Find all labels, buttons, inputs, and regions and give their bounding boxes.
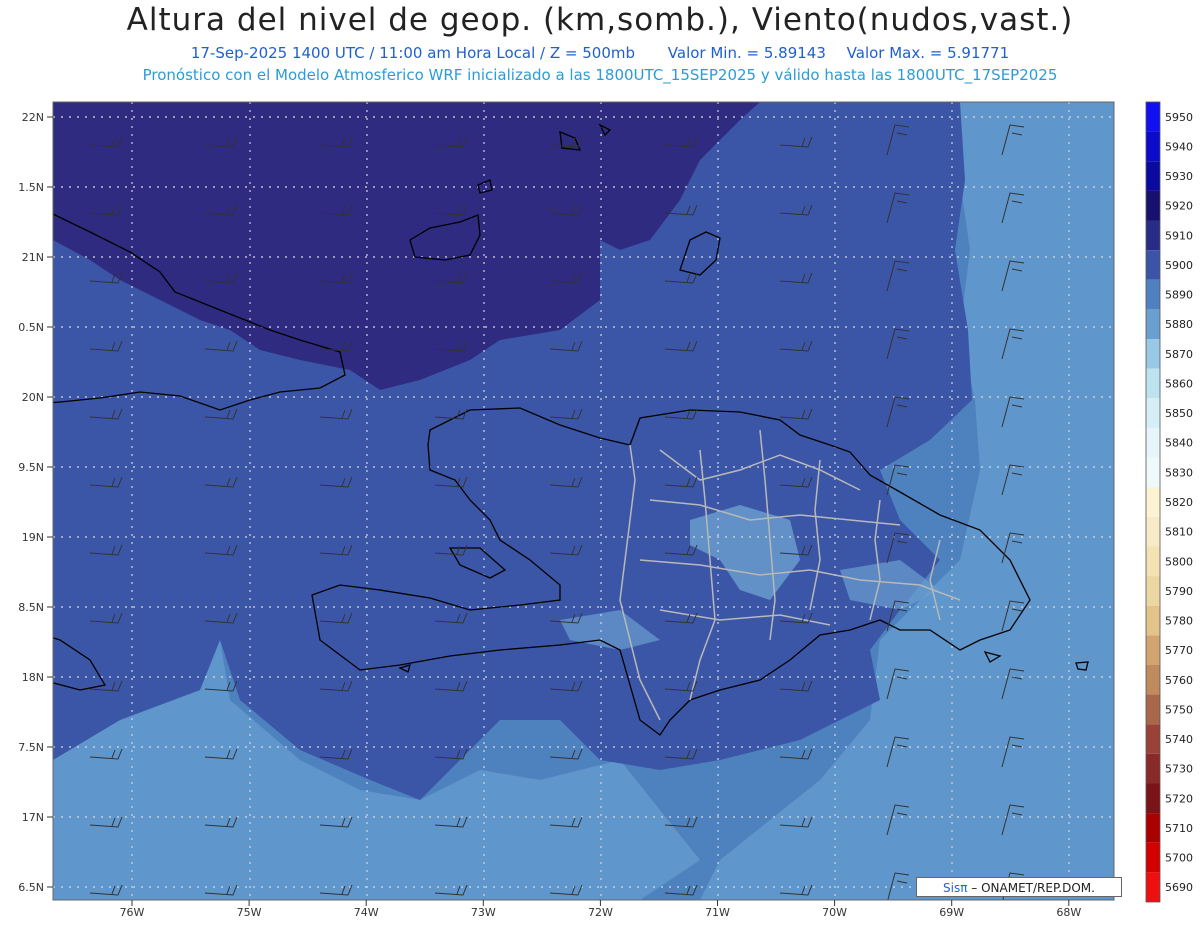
colorbar-label: 5910 bbox=[1165, 229, 1193, 242]
colorbar-swatch bbox=[1146, 664, 1160, 695]
geopotential-map: 22N 1.5N 21N 0.5N 20N 9.5N 19N 8.5N 18N 7.5N 17N 6.… bbox=[18, 101, 1193, 919]
colorbar-swatch bbox=[1146, 102, 1160, 132]
colorbar-swatch bbox=[1146, 872, 1160, 902]
colorbar-label: 5940 bbox=[1165, 140, 1193, 153]
colorbar-swatch bbox=[1146, 220, 1160, 251]
lat-label: 19N bbox=[22, 531, 44, 544]
colorbar-swatch bbox=[1146, 724, 1160, 754]
colorbar-label: 5710 bbox=[1165, 822, 1193, 835]
colorbar-swatch bbox=[1146, 783, 1160, 814]
lon-label: 70W bbox=[822, 906, 847, 919]
lon-label: 74W bbox=[354, 906, 379, 919]
colorbar-label: 5750 bbox=[1165, 703, 1193, 716]
lat-label: 7.5N bbox=[18, 741, 44, 754]
colorbar-label: 5890 bbox=[1165, 289, 1193, 302]
colorbar-label: 5810 bbox=[1165, 526, 1193, 539]
colorbar-label: 5870 bbox=[1165, 348, 1193, 361]
lon-label: 73W bbox=[471, 906, 496, 919]
colorbar-swatch bbox=[1146, 190, 1160, 221]
colorbar-label: 5700 bbox=[1165, 852, 1193, 865]
lon-label: 76W bbox=[120, 906, 145, 919]
longitude-labels: 76W 75W 74W 73W 72W 71W 70W 69W 68W bbox=[120, 900, 1081, 919]
colorbar-label: 5920 bbox=[1165, 200, 1193, 213]
colorbar-label: 5900 bbox=[1165, 259, 1193, 272]
colorbar-label: 5820 bbox=[1165, 496, 1193, 509]
colorbar-label: 5930 bbox=[1165, 170, 1193, 183]
colorbar-swatch bbox=[1146, 694, 1160, 725]
colorbar-swatch bbox=[1146, 427, 1160, 458]
colorbar-label: 5830 bbox=[1165, 466, 1193, 479]
colorbar-label: 5780 bbox=[1165, 615, 1193, 628]
colorbar-swatch bbox=[1146, 516, 1160, 547]
colorbar-swatch bbox=[1146, 753, 1160, 784]
lat-label: 22N bbox=[22, 111, 44, 124]
colorbar-label: 5720 bbox=[1165, 792, 1193, 805]
lat-label: 1.5N bbox=[18, 181, 44, 194]
lat-label: 18N bbox=[22, 671, 44, 684]
colorbar-swatch bbox=[1146, 576, 1160, 606]
colorbar-swatch bbox=[1146, 309, 1160, 340]
colorbar-swatch bbox=[1146, 398, 1160, 428]
lon-label: 68W bbox=[1056, 906, 1081, 919]
colorbar-label: 5950 bbox=[1165, 111, 1193, 124]
colorbar-label: 5880 bbox=[1165, 318, 1193, 331]
colorbar-label: 5800 bbox=[1165, 555, 1193, 568]
credit-org: – ONAMET/REP.DOM. bbox=[967, 881, 1095, 895]
colorbar-label: 5840 bbox=[1165, 437, 1193, 450]
colorbar-swatch bbox=[1146, 813, 1160, 843]
colorbar-label: 5790 bbox=[1165, 585, 1193, 598]
credit-brand: Sisπ bbox=[943, 881, 968, 895]
lon-label: 69W bbox=[939, 906, 964, 919]
colorbar-swatch bbox=[1146, 546, 1160, 577]
colorbar: 5950 5940 5930 5920 5910 5900 5890 5880 5870 5860… bbox=[1145, 101, 1193, 903]
lat-label: 21N bbox=[22, 251, 44, 264]
colorbar-swatch bbox=[1146, 250, 1160, 280]
credit-box: Sisπ – ONAMET/REP.DOM. bbox=[916, 877, 1122, 897]
colorbar-swatch bbox=[1146, 279, 1160, 310]
latitude-labels: 22N 1.5N 21N 0.5N 20N 9.5N 19N 8.5N 18N 7.5N 17N 6.… bbox=[18, 111, 53, 894]
lat-label: 9.5N bbox=[18, 461, 44, 474]
colorbar-label: 5730 bbox=[1165, 763, 1193, 776]
colorbar-swatch bbox=[1146, 842, 1160, 873]
colorbar-swatch bbox=[1146, 368, 1160, 399]
lat-label: 20N bbox=[22, 391, 44, 404]
colorbar-label: 5690 bbox=[1165, 881, 1193, 894]
colorbar-label: 5760 bbox=[1165, 674, 1193, 687]
lat-label: 0.5N bbox=[18, 321, 44, 334]
colorbar-label: 5860 bbox=[1165, 377, 1193, 390]
colorbar-swatch bbox=[1146, 487, 1160, 517]
lon-label: 75W bbox=[237, 906, 262, 919]
colorbar-swatch bbox=[1146, 161, 1160, 191]
colorbar-swatch bbox=[1146, 339, 1160, 369]
lon-label: 72W bbox=[588, 906, 613, 919]
colorbar-label: 5850 bbox=[1165, 407, 1193, 420]
lat-label: 17N bbox=[22, 811, 44, 824]
shaded-fields bbox=[53, 102, 1114, 900]
lat-label: 8.5N bbox=[18, 601, 44, 614]
colorbar-label: 5740 bbox=[1165, 733, 1193, 746]
colorbar-label: 5770 bbox=[1165, 644, 1193, 657]
colorbar-swatch bbox=[1146, 457, 1160, 488]
colorbar-swatch bbox=[1146, 635, 1160, 665]
colorbar-swatch bbox=[1146, 605, 1160, 636]
colorbar-swatch bbox=[1146, 131, 1160, 162]
lon-label: 71W bbox=[705, 906, 730, 919]
lat-label: 6.5N bbox=[18, 881, 44, 894]
